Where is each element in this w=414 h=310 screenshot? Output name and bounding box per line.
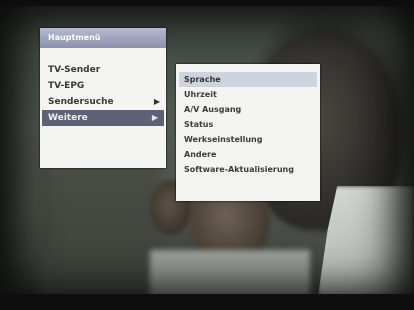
chevron-right-icon: ▶	[153, 97, 160, 106]
menu-item-tv-sender[interactable]: TV-Sender	[40, 62, 166, 78]
menu-item-label: Weitere	[48, 113, 88, 123]
background-figure	[40, 160, 160, 300]
menu-item-label: TV-Sender	[48, 65, 101, 75]
menu-item-label: Sendersuche	[48, 97, 114, 107]
menu-item-weitere[interactable]: Weitere ▶	[42, 110, 164, 126]
letterbox-bottom	[0, 294, 414, 310]
letterbox-top	[0, 0, 414, 6]
submenu-item-uhrzeit[interactable]: Uhrzeit	[176, 87, 320, 102]
submenu-item-software-aktualisierung[interactable]: Software-Aktualisierung	[176, 162, 320, 177]
submenu-item-andere[interactable]: Andere	[176, 147, 320, 162]
menu-item-label: TV-EPG	[48, 81, 85, 91]
menu-item-sendersuche[interactable]: Sendersuche ▶	[40, 94, 166, 110]
background-shirt	[150, 250, 310, 300]
submenu-item-werkseinstellung[interactable]: Werkseinstellung	[176, 132, 320, 147]
sub-menu: Sprache Uhrzeit A/V Ausgang Status Werks…	[176, 64, 320, 201]
menu-item-tv-epg[interactable]: TV-EPG	[40, 78, 166, 94]
submenu-item-av-ausgang[interactable]: A/V Ausgang	[176, 102, 320, 117]
submenu-item-sprache[interactable]: Sprache	[179, 72, 317, 87]
submenu-item-status[interactable]: Status	[176, 117, 320, 132]
main-menu-title: Hauptmenü	[40, 28, 166, 48]
tv-screen: Hauptmenü TV-Sender TV-EPG Sendersuche ▶…	[0, 0, 414, 310]
sub-menu-list: Sprache Uhrzeit A/V Ausgang Status Werks…	[176, 72, 320, 177]
chevron-right-icon: ▶	[151, 113, 158, 122]
main-menu-list: TV-Sender TV-EPG Sendersuche ▶ Weitere ▶	[40, 62, 166, 126]
main-menu: Hauptmenü TV-Sender TV-EPG Sendersuche ▶…	[40, 28, 166, 168]
